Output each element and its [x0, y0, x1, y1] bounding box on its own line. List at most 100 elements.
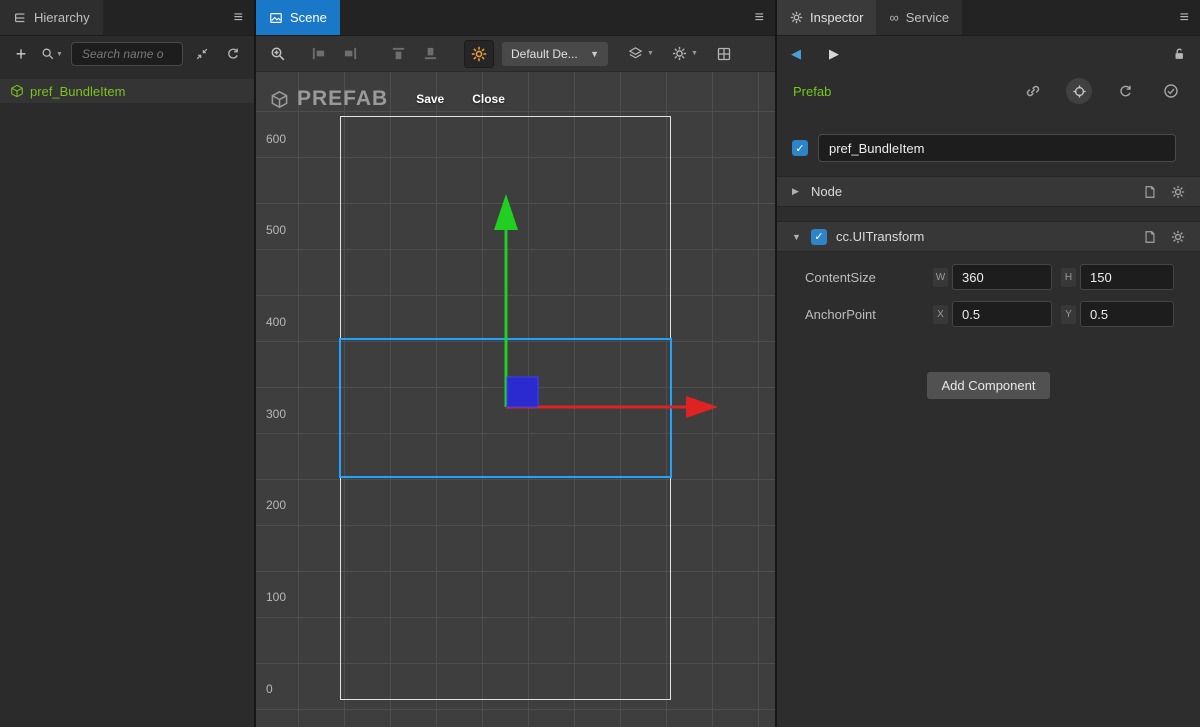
anchor-point-y-input[interactable] — [1080, 301, 1174, 327]
tree-item-prefab[interactable]: pref_BundleItem — [0, 79, 254, 103]
node-name-row: ✓ — [777, 110, 1200, 176]
prefab-mode-title: PREFAB — [297, 87, 388, 111]
camera-mode-dropdown[interactable]: Default De... ▼ — [502, 42, 608, 66]
apply-prefab-button[interactable] — [1158, 78, 1184, 104]
transform-gizmo[interactable] — [256, 72, 773, 727]
uitransform-section-title: cc.UITransform — [836, 229, 924, 244]
search-input[interactable] — [80, 46, 174, 62]
hierarchy-menu-icon[interactable]: ≡ — [234, 0, 243, 35]
scene-image-icon — [269, 11, 283, 25]
refresh-icon — [226, 47, 240, 61]
search-icon — [41, 47, 55, 61]
unlink-prefab-button[interactable] — [1020, 78, 1046, 104]
chevron-down-icon[interactable]: ▼ — [792, 232, 802, 242]
scene-viewport[interactable]: 600 500 400 300 200 100 0 — [256, 72, 775, 727]
crosshair-icon — [1072, 84, 1087, 99]
collapse-all-button[interactable] — [190, 42, 214, 66]
zoom-icon — [270, 46, 286, 62]
hierarchy-panel: Hierarchy ≡ + ▼ — [0, 0, 256, 727]
uitransform-section-header[interactable]: ▼ ✓ cc.UITransform — [777, 221, 1200, 252]
editor-window: Hierarchy ≡ + ▼ — [0, 0, 1200, 727]
inspector-gear-icon — [790, 11, 803, 24]
layers-icon — [628, 46, 643, 61]
inspector-tabbar: Inspector ∞ Service ≡ — [777, 0, 1200, 36]
align-left-button[interactable] — [306, 42, 330, 66]
docs-icon[interactable] — [1143, 230, 1157, 244]
gizmo-sun-icon — [471, 46, 487, 62]
w-badge: W — [933, 268, 948, 287]
prefab-close-button[interactable]: Close — [472, 92, 505, 106]
hierarchy-icon — [13, 11, 27, 25]
add-component-row: Add Component — [777, 372, 1200, 399]
align-bottom-button[interactable] — [418, 42, 442, 66]
hierarchy-tree: pref_BundleItem — [0, 72, 254, 103]
align-top-icon — [391, 46, 406, 61]
prefab-save-button[interactable]: Save — [416, 92, 444, 106]
history-back-button[interactable]: ◀ — [791, 46, 801, 62]
align-bottom-icon — [423, 46, 438, 61]
node-name-input[interactable] — [818, 134, 1176, 162]
tab-scene-label: Scene — [290, 10, 327, 25]
add-node-button[interactable]: + — [9, 42, 33, 66]
zoom-tool-button[interactable] — [266, 42, 290, 66]
hierarchy-tabbar: Hierarchy ≡ — [0, 0, 254, 36]
add-component-button[interactable]: Add Component — [927, 372, 1051, 399]
node-section-actions — [1143, 185, 1185, 199]
gear-icon[interactable] — [1171, 185, 1185, 199]
prefab-cube-icon — [270, 90, 289, 109]
anchor-point-x-input[interactable] — [952, 301, 1052, 327]
content-size-row: ContentSize W H — [777, 262, 1200, 292]
prefab-edit-overlay: PREFAB Save Close — [270, 87, 505, 111]
chevron-down-icon: ▼ — [56, 51, 63, 58]
split-view-button[interactable] — [712, 42, 736, 66]
chevron-down-icon: ▼ — [647, 50, 654, 57]
refresh-button[interactable] — [221, 42, 245, 66]
locate-prefab-button[interactable] — [1066, 78, 1092, 104]
gizmo-toggle-button[interactable] — [464, 40, 494, 68]
hierarchy-toolbar: + ▼ — [0, 36, 254, 72]
inspector-panel: Inspector ∞ Service ≡ ◀ ▶ Prefab — [777, 0, 1200, 727]
tab-hierarchy[interactable]: Hierarchy — [0, 0, 103, 35]
unlock-icon[interactable] — [1172, 47, 1186, 61]
refresh-icon — [1118, 84, 1133, 99]
search-filter-button[interactable]: ▼ — [40, 42, 64, 66]
prefab-asset-label: Prefab — [793, 84, 831, 99]
chevron-down-icon: ▼ — [691, 50, 698, 57]
tab-scene[interactable]: Scene — [256, 0, 340, 35]
uitransform-props: ContentSize W H AnchorPoint X Y — [777, 252, 1200, 336]
gizmo-y-arrowhead[interactable] — [494, 194, 518, 230]
chevron-down-icon: ▼ — [590, 49, 599, 59]
layers-dropdown[interactable]: ▼ — [628, 46, 654, 61]
scene-settings-dropdown[interactable]: ▼ — [672, 46, 698, 61]
section-gap — [777, 207, 1200, 221]
gear-icon[interactable] — [1171, 230, 1185, 244]
anchor-point-row: AnchorPoint X Y — [777, 299, 1200, 329]
docs-icon[interactable] — [1143, 185, 1157, 199]
prefab-asset-row: Prefab — [777, 72, 1200, 110]
content-size-w-input[interactable] — [952, 264, 1052, 290]
hierarchy-search-box[interactable] — [71, 42, 183, 66]
grid-layout-icon — [716, 46, 732, 62]
scene-panel: Scene ≡ — [256, 0, 777, 727]
scene-tabbar: Scene ≡ — [256, 0, 775, 36]
chevron-right-icon[interactable]: ▶ — [792, 186, 802, 197]
scene-menu-icon[interactable]: ≡ — [755, 0, 764, 35]
tab-inspector[interactable]: Inspector — [777, 0, 876, 35]
history-forward-button[interactable]: ▶ — [829, 46, 839, 62]
prefab-cube-icon — [10, 84, 24, 98]
tab-service[interactable]: ∞ Service — [876, 0, 962, 35]
gizmo-x-arrowhead[interactable] — [686, 396, 718, 418]
node-section-header[interactable]: ▶ Node — [777, 176, 1200, 207]
align-right-button[interactable] — [338, 42, 362, 66]
inspector-menu-icon[interactable]: ≡ — [1180, 0, 1189, 35]
camera-mode-value: Default De... — [511, 47, 580, 61]
align-top-button[interactable] — [386, 42, 410, 66]
uitransform-enabled-checkbox[interactable]: ✓ — [811, 229, 827, 245]
revert-prefab-button[interactable] — [1112, 78, 1138, 104]
tab-inspector-label: Inspector — [810, 10, 863, 25]
gizmo-xy-plane-handle[interactable] — [507, 377, 538, 407]
node-section-title: Node — [811, 184, 842, 199]
node-active-checkbox[interactable]: ✓ — [792, 140, 808, 156]
content-size-h-input[interactable] — [1080, 264, 1174, 290]
collapse-icon — [195, 47, 209, 61]
